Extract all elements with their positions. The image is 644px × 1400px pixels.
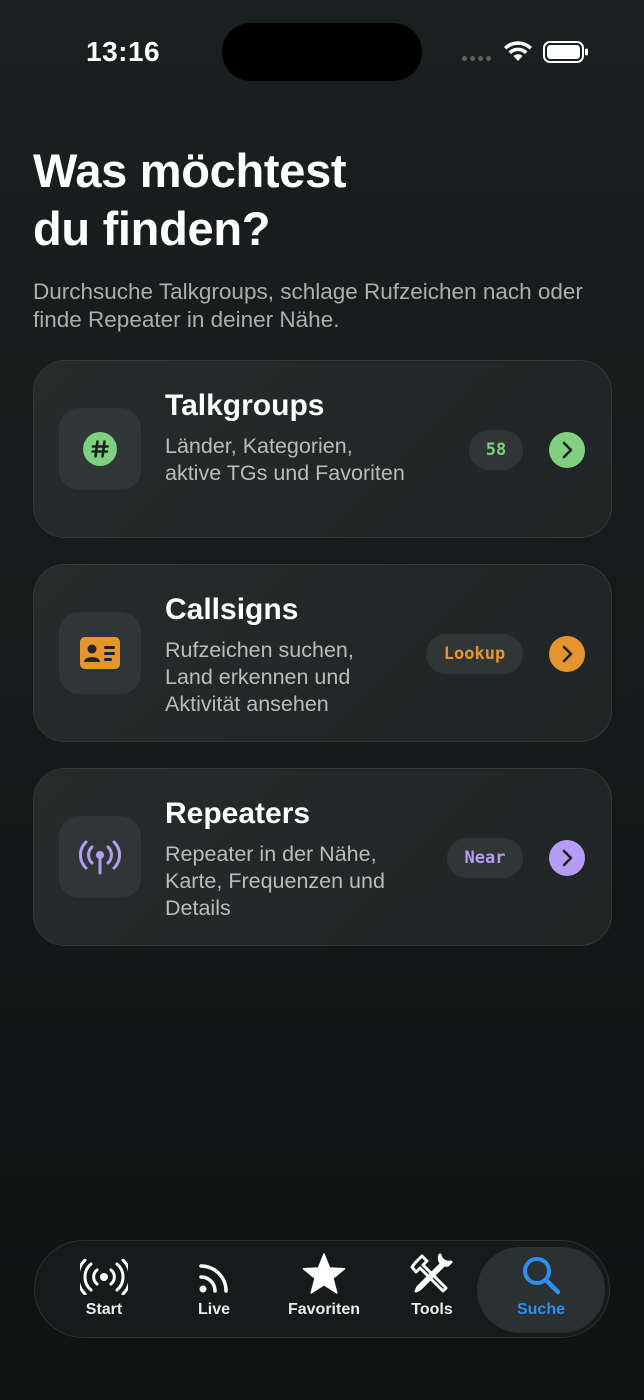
search-icon bbox=[523, 1257, 561, 1295]
callsigns-chevron-icon[interactable] bbox=[549, 636, 585, 672]
talkgroups-count-badge: 58 bbox=[469, 430, 523, 470]
status-bar: 13:16 bbox=[0, 0, 644, 100]
callsigns-card[interactable]: Callsigns Rufzeichen suchen, Land erkenn… bbox=[33, 564, 612, 742]
tab-live[interactable]: Live bbox=[159, 1247, 269, 1333]
tab-start-label: Start bbox=[85, 1301, 123, 1318]
page-title: Was möchtest du finden? bbox=[33, 144, 347, 255]
repeaters-near-badge: Near bbox=[447, 838, 523, 878]
dynamic-island bbox=[222, 23, 422, 81]
talkgroups-title: Talkgroups bbox=[165, 389, 325, 422]
cellular-signal-icon bbox=[462, 56, 491, 61]
repeaters-card[interactable]: Repeaters Repeater in der Nähe, Karte, F… bbox=[33, 768, 612, 946]
callsigns-title: Callsigns bbox=[165, 593, 299, 626]
tab-suche-label: Suche bbox=[516, 1301, 565, 1318]
tab-suche[interactable]: Suche bbox=[477, 1247, 605, 1333]
antenna-icon bbox=[79, 840, 121, 875]
tab-live-label: Live bbox=[197, 1301, 230, 1318]
rss-icon bbox=[199, 1264, 228, 1293]
wifi-icon bbox=[504, 41, 532, 61]
repeaters-chevron-icon[interactable] bbox=[549, 840, 585, 876]
talkgroups-chevron-icon[interactable] bbox=[549, 432, 585, 468]
callsigns-lookup-badge: Lookup bbox=[426, 634, 523, 674]
tab-start[interactable]: Start bbox=[49, 1247, 159, 1333]
tab-favoriten-label: Favoriten bbox=[287, 1301, 360, 1318]
tab-tools[interactable]: Tools bbox=[377, 1247, 487, 1333]
tab-bar: Start Live Favoriten Tools Suche bbox=[34, 1240, 610, 1338]
hashtag-icon bbox=[83, 432, 117, 466]
tools-icon bbox=[410, 1253, 453, 1293]
repeaters-icon-box bbox=[59, 816, 141, 898]
id-card-icon bbox=[80, 637, 120, 669]
broadcast-icon bbox=[80, 1259, 128, 1295]
talkgroups-card[interactable]: Talkgroups Länder, Kategorien, aktive TG… bbox=[33, 360, 612, 538]
callsigns-description: Rufzeichen suchen, Land erkennen und Akt… bbox=[165, 638, 354, 716]
repeaters-title: Repeaters bbox=[165, 797, 311, 830]
star-icon bbox=[302, 1253, 346, 1294]
page-subtitle: Durchsuche Talkgroups, schlage Rufzeiche… bbox=[33, 279, 583, 332]
talkgroups-description: Länder, Kategorien, aktive TGs und Favor… bbox=[165, 434, 405, 485]
repeaters-description: Repeater in der Nähe, Karte, Frequenzen … bbox=[165, 842, 385, 920]
callsigns-icon-box bbox=[59, 612, 141, 694]
tab-tools-label: Tools bbox=[411, 1301, 453, 1318]
tab-favoriten[interactable]: Favoriten bbox=[269, 1247, 379, 1333]
talkgroups-icon-box bbox=[59, 408, 141, 490]
status-time: 13:16 bbox=[86, 36, 161, 67]
battery-icon bbox=[543, 41, 588, 63]
